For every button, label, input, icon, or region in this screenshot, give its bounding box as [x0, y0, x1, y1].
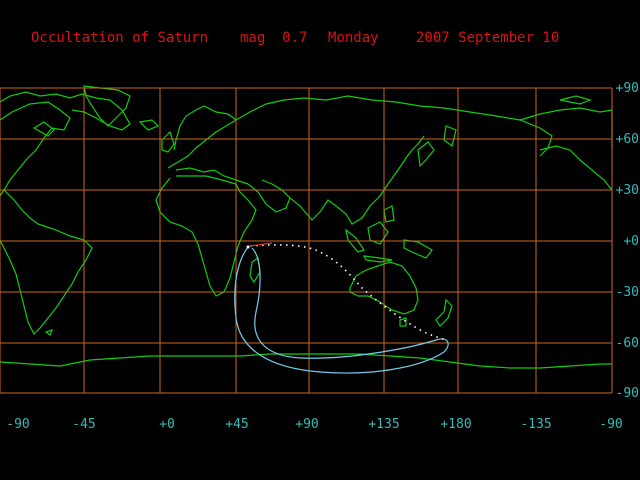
coast-europe — [167, 105, 238, 169]
latitude-label: -30 — [616, 285, 639, 300]
latitude-label: +90 — [616, 81, 639, 96]
coast-greenland — [83, 85, 131, 127]
longitude-label: -45 — [72, 417, 95, 432]
world-map: +90 +60 +30 +0 -30 -60 -90 -90 -45 +0 +45 +90 +135 +… — [0, 81, 639, 432]
longitude-label: +135 — [368, 417, 399, 432]
graticule-lines — [0, 87, 613, 394]
coast-central-america — [3, 189, 45, 227]
coast-japan — [417, 141, 435, 168]
coast-south-america — [0, 225, 93, 336]
longitude-label: -90 — [599, 417, 622, 432]
longitude-label: +0 — [159, 417, 175, 432]
coast-philippines — [383, 205, 395, 223]
coast-antarctica — [0, 353, 612, 369]
longitude-label: -135 — [520, 417, 551, 432]
coast-britain — [161, 130, 175, 153]
coast-asia-south — [289, 135, 425, 225]
latitude-label: +0 — [623, 234, 639, 249]
coast-falklands — [44, 329, 54, 336]
coast-kamchatka — [443, 125, 457, 148]
latitude-label: -60 — [616, 336, 639, 351]
coast-java — [362, 255, 393, 263]
coast-asia-north — [235, 95, 553, 157]
coast-tasmania — [399, 317, 407, 327]
longitude-label: +90 — [295, 417, 318, 432]
coast-alaska — [519, 107, 613, 150]
coast-africa — [155, 175, 257, 297]
latitude-label: +60 — [616, 132, 639, 147]
coast-iceland — [138, 119, 160, 131]
latitude-label: -90 — [616, 386, 639, 401]
coast-new-guinea — [403, 239, 433, 259]
coastlines — [0, 85, 613, 369]
longitude-labels: -90 -45 +0 +45 +90 +135 +180 -135 -90 — [6, 417, 622, 432]
coast-north-america-east — [539, 145, 613, 191]
longitude-label: +180 — [440, 417, 471, 432]
coast-north-america-west — [0, 101, 71, 197]
coast-new-zealand — [435, 298, 453, 327]
track-start-point — [246, 245, 250, 249]
graticule — [0, 87, 613, 394]
latitude-labels: +90 +60 +30 +0 -30 -60 -90 — [616, 81, 639, 401]
coast-canada-islands — [559, 95, 592, 105]
longitude-label: +45 — [225, 417, 248, 432]
latitude-label: +30 — [616, 183, 639, 198]
longitude-label: -90 — [6, 417, 29, 432]
